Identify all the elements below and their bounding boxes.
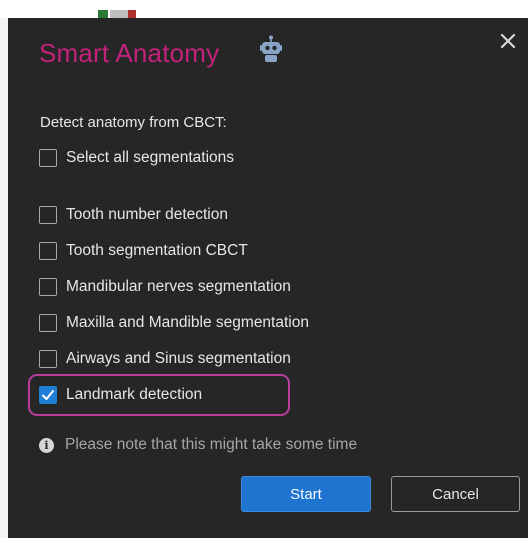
start-button[interactable]: Start: [241, 476, 371, 512]
cancel-button[interactable]: Cancel: [391, 476, 520, 512]
option-mandibular-nerves-segmentation[interactable]: Mandibular nerves segmentation: [39, 275, 291, 299]
time-note: i Please note that this might take some …: [39, 436, 357, 454]
option-landmark-detection[interactable]: Landmark detection: [39, 383, 202, 407]
select-all-checkbox-row[interactable]: Select all segmentations: [39, 146, 234, 170]
option-maxilla-mandible-segmentation[interactable]: Maxilla and Mandible segmentation: [39, 311, 309, 335]
checkbox-tooth-number-detection[interactable]: [39, 206, 57, 224]
option-tooth-number-detection[interactable]: Tooth number detection: [39, 203, 228, 227]
background-app-strip: [0, 0, 528, 18]
option-label: Landmark detection: [66, 386, 203, 403]
checkbox-tooth-segmentation-cbct[interactable]: [39, 242, 57, 260]
checkbox-mandibular-nerves-segmentation[interactable]: [39, 278, 57, 296]
option-airways-sinus-segmentation[interactable]: Airways and Sinus segmentation: [39, 347, 291, 371]
background-marker-grey: [110, 10, 128, 18]
background-marker-red: [128, 10, 136, 18]
checkbox-maxilla-mandible-segmentation[interactable]: [39, 314, 57, 332]
select-all-label: Select all segmentations: [66, 149, 235, 166]
option-label: Tooth number detection: [66, 206, 228, 223]
info-icon: i: [39, 437, 54, 453]
option-label: Airways and Sinus segmentation: [66, 350, 291, 367]
background-marker-green: [98, 10, 108, 18]
dialog-title: Smart Anatomy: [39, 38, 220, 68]
robot-icon: [260, 35, 282, 62]
smart-anatomy-dialog: Smart Anatomy Detect anatomy from CBCT: …: [8, 18, 528, 538]
select-all-checkbox[interactable]: [39, 149, 57, 167]
checkbox-airways-sinus-segmentation[interactable]: [39, 350, 57, 368]
close-icon[interactable]: [499, 32, 517, 50]
section-heading: Detect anatomy from CBCT:: [40, 114, 227, 131]
option-label: Tooth segmentation CBCT: [66, 242, 248, 259]
option-tooth-segmentation-cbct[interactable]: Tooth segmentation CBCT: [39, 239, 248, 263]
checkmark-icon: [42, 390, 54, 400]
background-app-edge: [0, 18, 8, 538]
note-text: Please note that this might take some ti…: [65, 436, 358, 453]
checkbox-landmark-detection[interactable]: [39, 386, 57, 404]
option-label: Mandibular nerves segmentation: [66, 278, 291, 295]
option-label: Maxilla and Mandible segmentation: [66, 314, 309, 331]
